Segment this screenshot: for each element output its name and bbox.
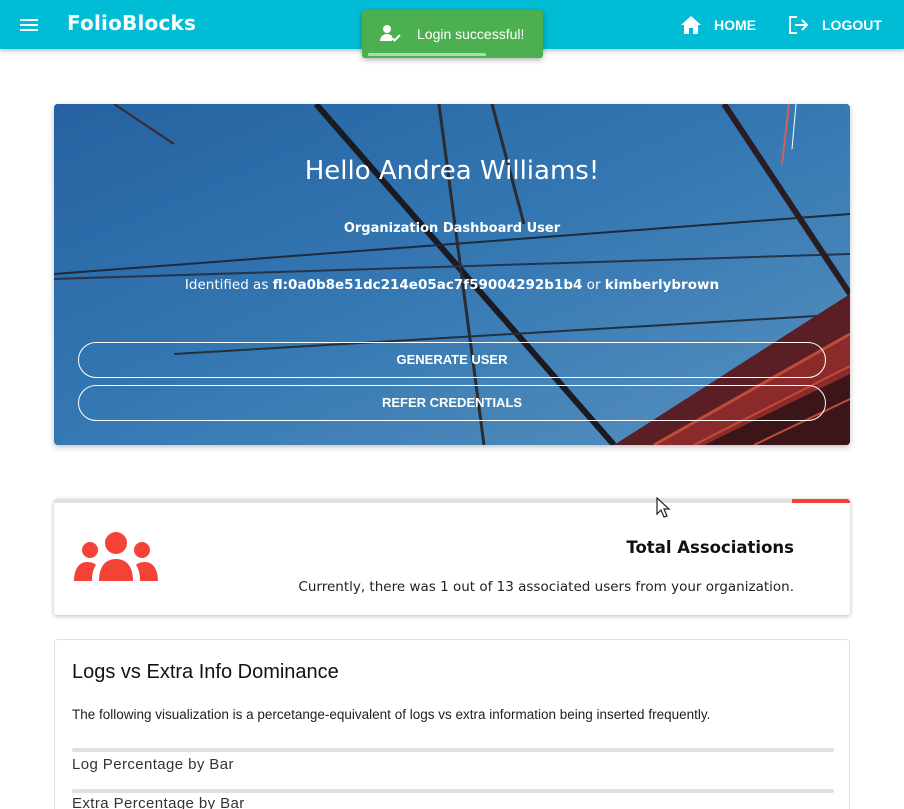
extra-percentage-bar [72, 789, 834, 793]
brand-title[interactable]: FolioBlocks [67, 11, 196, 35]
card-accent-bar [792, 499, 850, 503]
menu-icon [20, 19, 38, 31]
login-toast[interactable]: Login successful! [362, 10, 543, 58]
logout-button[interactable]: LOGOUT [788, 12, 882, 38]
logs-title: Logs vs Extra Info Dominance [72, 661, 339, 683]
user-identifier: fl:0a0b8e51dc214e05ac7f59004292b1b4 [272, 277, 583, 293]
log-percentage-bar [72, 748, 834, 752]
toast-message: Login successful! [417, 26, 525, 42]
logout-icon [789, 16, 809, 34]
identified-prefix: Identified as [184, 277, 273, 293]
welcome-banner: Hello Andrea Williams! Organization Dash… [54, 104, 850, 445]
user-identity: Identified as fl:0a0b8e51dc214e05ac7f590… [54, 277, 850, 293]
user-role: Organization Dashboard User [343, 221, 561, 236]
username: kimberlybrown [604, 277, 720, 293]
log-percentage-fill [72, 748, 834, 752]
extra-percentage-fill [72, 789, 834, 793]
associations-summary: Currently, there was 1 out of 13 associa… [298, 579, 794, 595]
associations-title: Total Associations [626, 538, 794, 557]
associations-card: Total Associations Currently, there was … [54, 499, 850, 615]
refer-credentials-button[interactable]: REFER CREDENTIALS [78, 385, 826, 421]
generate-user-button[interactable]: GENERATE USER [78, 342, 826, 378]
home-label: HOME [714, 17, 756, 33]
log-percentage-label: Log Percentage by Bar [72, 756, 234, 773]
home-button[interactable]: HOME [680, 12, 756, 38]
or-text: or [582, 277, 605, 293]
logout-label: LOGOUT [822, 17, 882, 33]
mouse-cursor-icon [656, 497, 671, 518]
toast-progress-bar [368, 53, 486, 56]
menu-button[interactable] [18, 14, 40, 36]
card-top-border [54, 499, 850, 503]
greeting-heading: Hello Andrea Williams! [304, 156, 600, 186]
logs-description: The following visualization is a perceta… [72, 707, 711, 722]
group-icon [74, 532, 158, 581]
user-check-icon [380, 25, 401, 42]
extra-percentage-label: Extra Percentage by Bar [72, 795, 245, 809]
logs-card: Logs vs Extra Info Dominance The followi… [54, 639, 850, 809]
home-icon [681, 16, 701, 34]
